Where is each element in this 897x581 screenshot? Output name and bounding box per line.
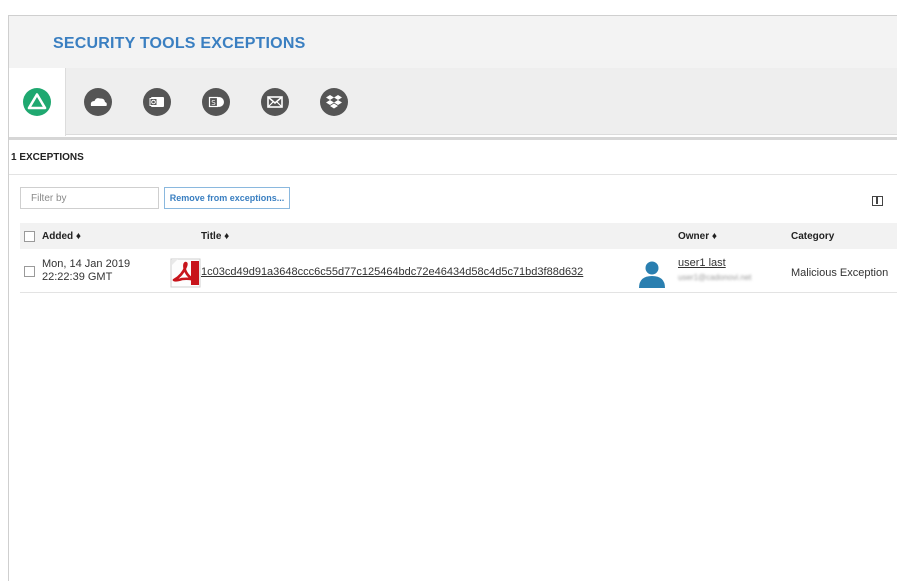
tab-dropbox[interactable] [305, 68, 362, 135]
tab-email[interactable] [246, 68, 303, 135]
email-icon [260, 87, 289, 116]
divider [9, 174, 897, 175]
select-all-checkbox[interactable] [24, 231, 35, 242]
owner-name-link[interactable]: user1 last [678, 257, 726, 269]
page-title: SECURITY TOOLS EXCEPTIONS [53, 35, 306, 52]
added-date: Mon, 14 Jan 2019 [42, 258, 131, 270]
file-title-link[interactable]: 1c03cd49d91a3648ccc6c55d77c125464bdc72e4… [201, 266, 583, 278]
google-drive-icon [23, 88, 51, 116]
service-tabs: S [9, 68, 897, 136]
tab-sharepoint[interactable]: S [187, 68, 244, 135]
onedrive-icon [83, 87, 112, 116]
table-header: Added ♦ Title ♦ Owner ♦ Category [20, 223, 897, 249]
owner-email: user1@cadonovi.net [678, 273, 752, 282]
filter-input[interactable] [20, 187, 159, 209]
exceptions-count: 1 EXCEPTIONS [11, 152, 84, 163]
columns-toggle-icon[interactable] [872, 196, 883, 206]
column-header-owner[interactable]: Owner ♦ [678, 231, 717, 242]
row-checkbox[interactable] [24, 266, 35, 277]
column-header-added[interactable]: Added ♦ [42, 231, 81, 242]
column-header-category: Category [791, 231, 835, 242]
remove-from-exceptions-button[interactable]: Remove from exceptions... [164, 187, 290, 209]
outlook-icon [142, 87, 171, 116]
page-header: SECURITY TOOLS EXCEPTIONS [9, 16, 897, 68]
security-tools-exceptions-panel: SECURITY TOOLS EXCEPTIONS S 1 EXCEPTIONS… [8, 15, 897, 581]
svg-text:S: S [211, 98, 216, 106]
sharepoint-icon: S [201, 87, 230, 116]
added-cell: Mon, 14 Jan 2019 22:22:39 GMT [42, 258, 130, 284]
tab-google-drive[interactable] [9, 68, 66, 136]
added-time: 22:22:39 GMT [42, 271, 113, 283]
dropbox-icon [319, 87, 348, 116]
column-header-title[interactable]: Title ♦ [201, 231, 229, 242]
pdf-file-icon [170, 258, 201, 288]
section-divider [9, 137, 897, 140]
tab-outlook[interactable] [128, 68, 185, 135]
table-row: Mon, 14 Jan 2019 22:22:39 GMT 1c03cd49d9… [20, 249, 897, 293]
tab-onedrive[interactable] [69, 68, 126, 135]
category-cell: Malicious Exception [791, 267, 889, 279]
user-avatar-icon [639, 261, 665, 288]
